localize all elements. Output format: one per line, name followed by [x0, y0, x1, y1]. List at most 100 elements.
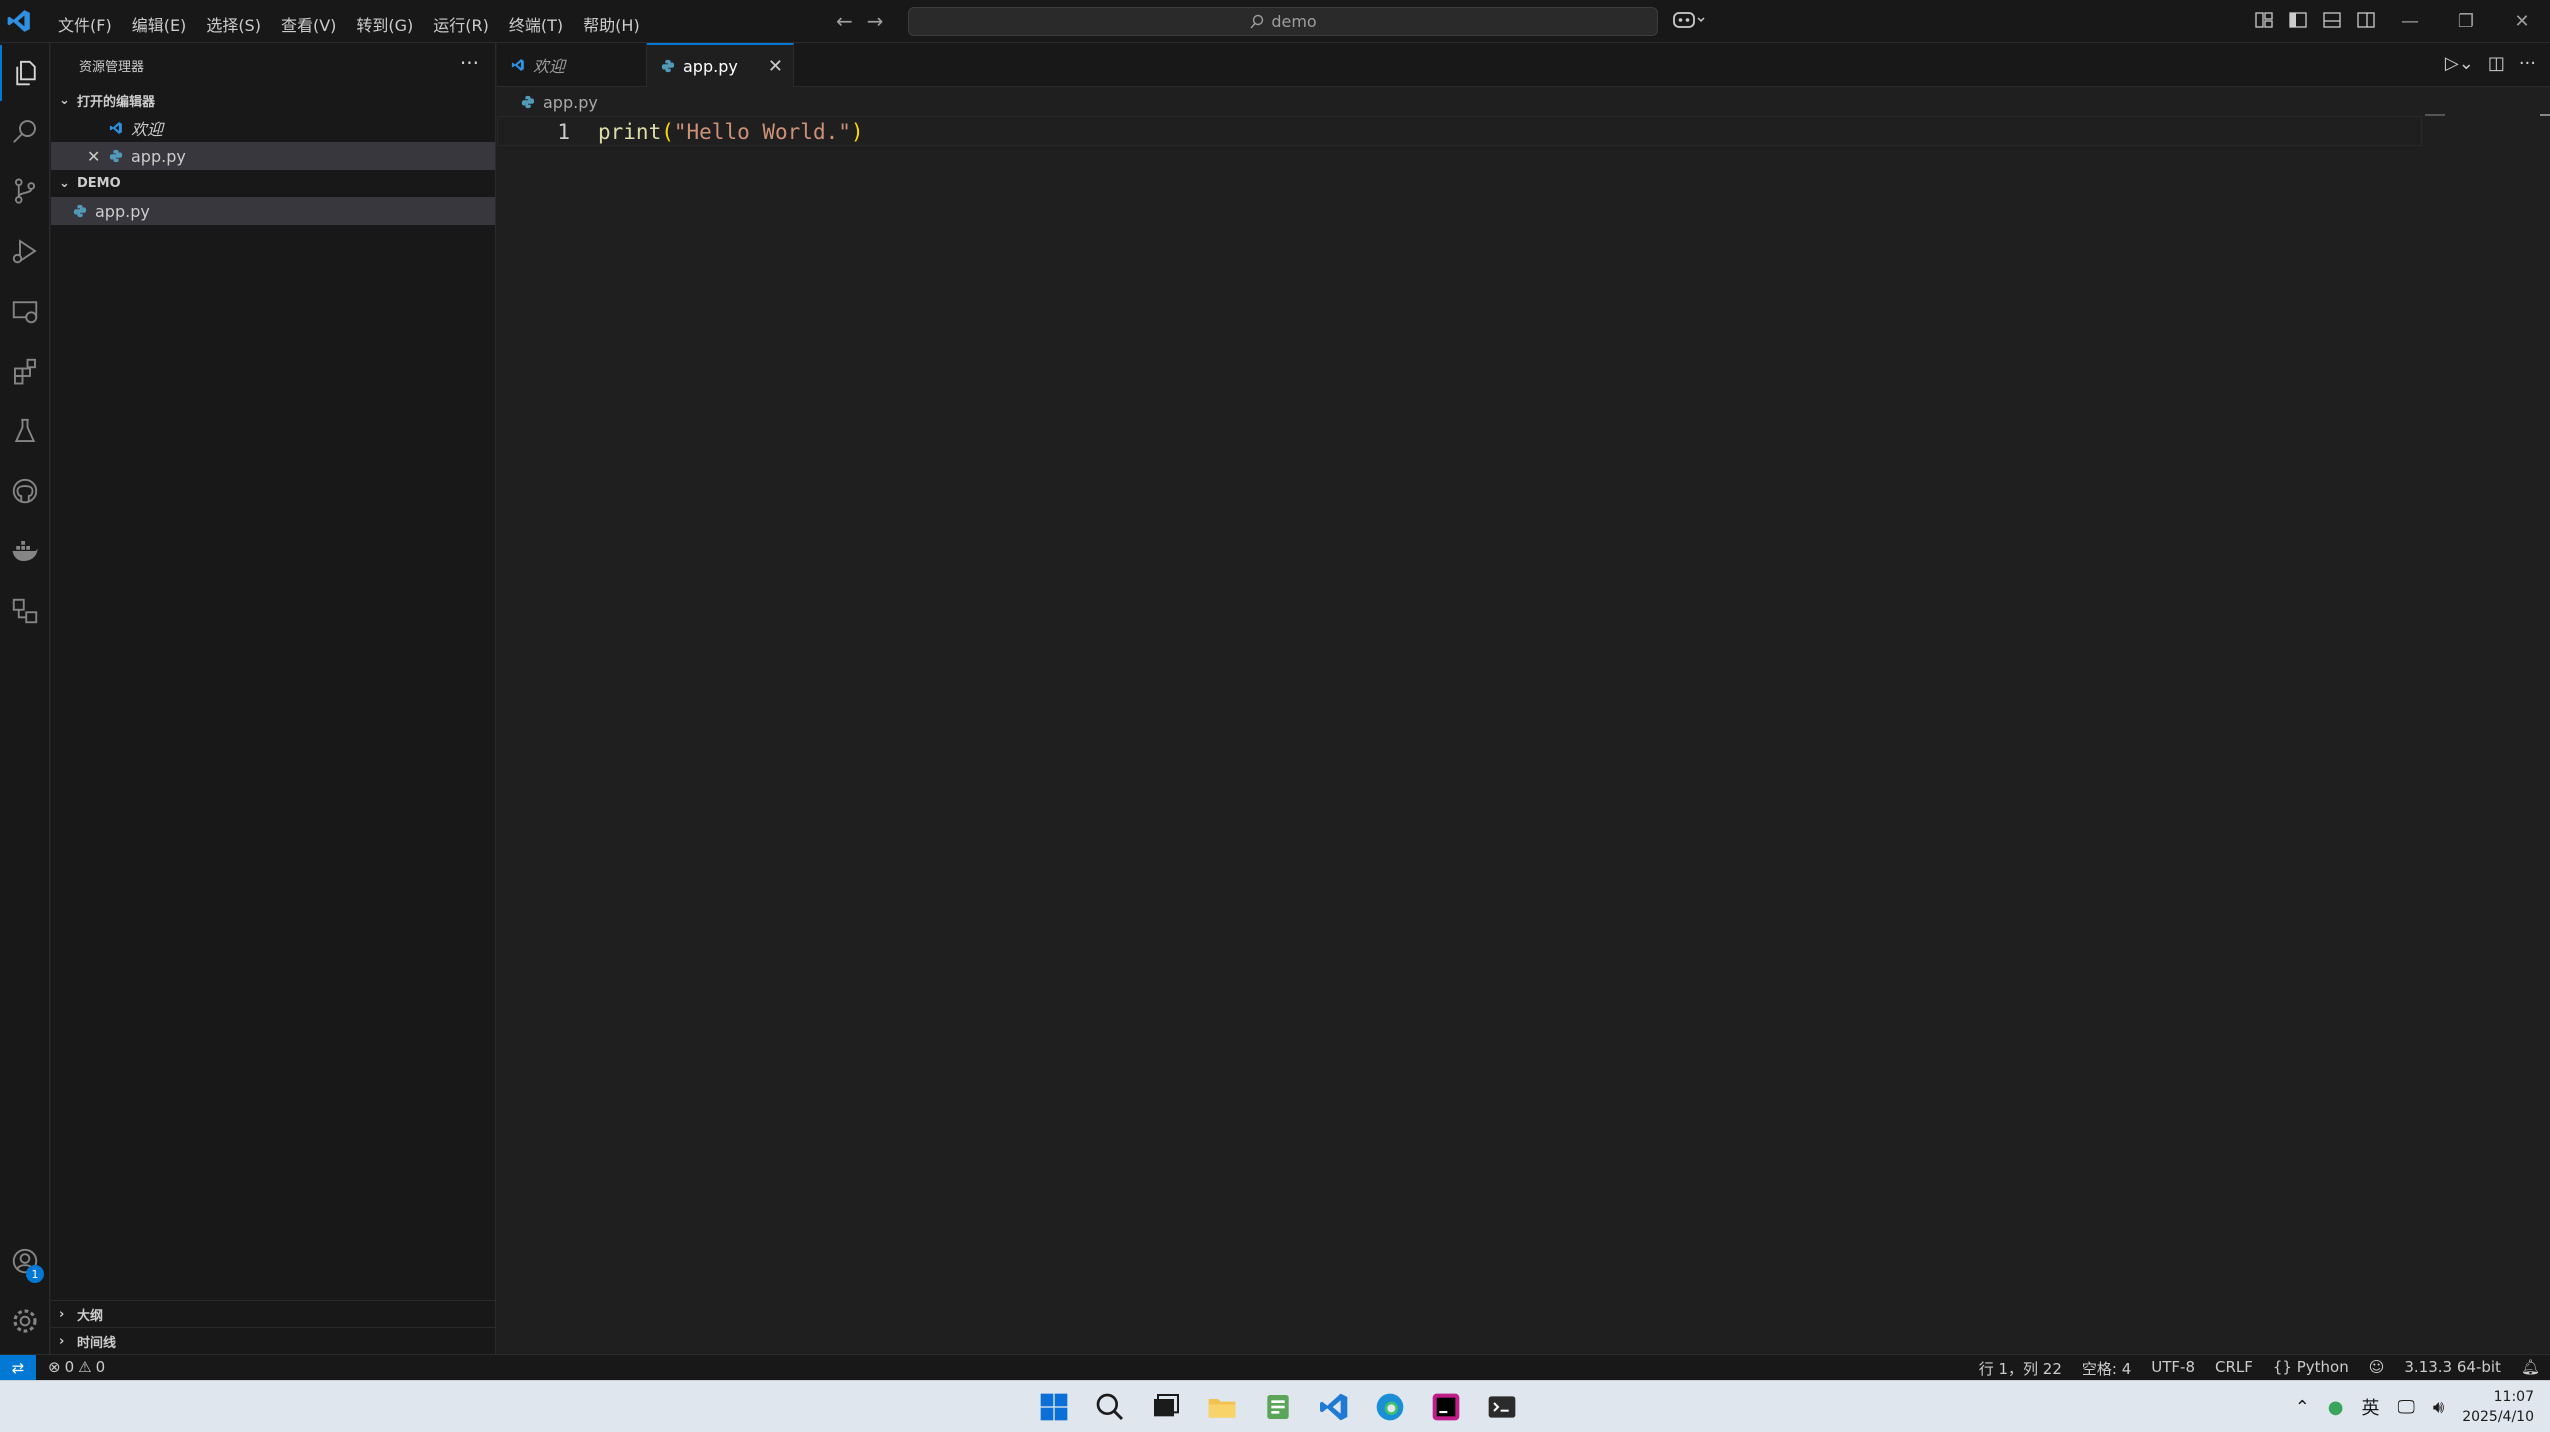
menu-selection[interactable]: 选择(S)	[196, 10, 271, 38]
back-arrow-icon[interactable]: ←	[836, 9, 853, 33]
more-actions-icon[interactable]: ···	[460, 51, 479, 75]
windows-start-icon[interactable]	[1036, 1389, 1072, 1425]
status-bar: ⇄ ⊗ 0 ⚠ 0 行 1，列 22 空格: 4 UTF-8 CRLF {} P…	[0, 1354, 2550, 1381]
problems-indicator[interactable]: ⊗ 0 ⚠ 0	[48, 1358, 105, 1376]
activity-bar: 1	[0, 43, 50, 1354]
menu-run[interactable]: 运行(R)	[423, 10, 499, 38]
more-editor-actions-icon[interactable]: ···	[2519, 53, 2536, 74]
pycharm-icon[interactable]	[1428, 1389, 1464, 1425]
python-interpreter[interactable]: 3.13.3 64-bit	[2404, 1358, 2501, 1379]
run-debug-icon[interactable]	[0, 223, 50, 279]
toggle-secondary-sidebar-icon[interactable]	[2356, 10, 2376, 30]
taskbar-apps	[1036, 1389, 1520, 1425]
clock-date: 2025/4/10	[2462, 1409, 2534, 1425]
encoding[interactable]: UTF-8	[2151, 1358, 2195, 1379]
copilot-status-icon[interactable]: ☺	[2369, 1358, 2385, 1379]
file-item-app-py[interactable]: app.py	[51, 197, 495, 225]
title-bar: 文件(F) 编辑(E) 选择(S) 查看(V) 转到(G) 运行(R) 终端(T…	[0, 0, 2550, 43]
task-view-icon[interactable]	[1148, 1389, 1184, 1425]
minimize-icon[interactable]: —	[2382, 0, 2438, 42]
timeline-section[interactable]: › 时间线	[51, 1327, 495, 1354]
notepad-app-icon[interactable]	[1260, 1389, 1296, 1425]
system-tray: ⌃ ● 英 🖵︎ 🔊︎ 11:07 2025/4/10	[2295, 1381, 2550, 1432]
python-file-icon	[661, 59, 675, 73]
accounts-icon[interactable]: 1	[0, 1233, 50, 1289]
input-method-indicator[interactable]: 英	[2362, 1394, 2380, 1420]
run-python-icon[interactable]: ▷⌄	[2445, 53, 2474, 74]
edge-browser-icon[interactable]	[1372, 1389, 1408, 1425]
command-center[interactable]: demo	[908, 7, 1658, 36]
menu-file[interactable]: 文件(F)	[48, 10, 122, 38]
folder-title: DEMO	[77, 176, 121, 191]
nav-arrows: ← →	[836, 9, 884, 33]
toggle-sidebar-icon[interactable]	[2288, 10, 2308, 30]
taskbar-search-icon[interactable]	[1092, 1389, 1128, 1425]
tray-app-icon[interactable]: ●	[2328, 1397, 2344, 1418]
line-ending[interactable]: CRLF	[2215, 1358, 2253, 1379]
python-file-icon	[521, 95, 535, 109]
open-editor-app-py[interactable]: ✕ app.py	[51, 142, 495, 170]
forward-arrow-icon[interactable]: →	[867, 9, 884, 33]
file-explorer-icon[interactable]	[1204, 1389, 1240, 1425]
scrollbar[interactable]	[2540, 114, 2550, 116]
menu-go[interactable]: 转到(G)	[346, 10, 423, 38]
open-editors-title: 打开的编辑器	[77, 95, 156, 110]
menu-help[interactable]: 帮助(H)	[573, 10, 650, 38]
menu-terminal[interactable]: 终端(T)	[499, 10, 573, 38]
outline-section[interactable]: › 大纲	[51, 1300, 495, 1327]
notifications-bell-icon[interactable]: 🔔︎	[2521, 1358, 2540, 1379]
code-line-1[interactable]: print("Hello World.")	[598, 117, 864, 147]
extensions-icon[interactable]	[0, 343, 50, 399]
settings-gear-icon[interactable]	[0, 1293, 50, 1349]
code-paren-close: )	[850, 120, 864, 144]
python-file-icon	[109, 149, 123, 163]
volume-icon[interactable]: 🔊︎	[2433, 1397, 2444, 1418]
close-tab-icon[interactable]: ✕	[768, 56, 783, 77]
split-editor-icon[interactable]: ◫	[2488, 53, 2505, 74]
tab-welcome[interactable]: 欢迎	[497, 43, 647, 87]
code-editor[interactable]: 1 print("Hello World.")	[497, 114, 2550, 1354]
menu-edit[interactable]: 编辑(E)	[122, 10, 197, 38]
show-hidden-icons-icon[interactable]: ⌃	[2295, 1397, 2310, 1418]
vscode-small-icon	[109, 122, 122, 134]
restore-icon[interactable]: ❐	[2438, 0, 2494, 42]
breadcrumb[interactable]: app.py	[497, 88, 598, 116]
outline-title: 大纲	[77, 1308, 104, 1324]
tab-app-py[interactable]: app.py ✕	[647, 43, 794, 87]
open-editors-section[interactable]: ⌄ 打开的编辑器	[51, 87, 495, 114]
timeline-title: 时间线	[77, 1335, 117, 1351]
close-window-icon[interactable]: ✕	[2494, 0, 2550, 42]
copilot-menu-icon[interactable]	[1672, 9, 1706, 36]
explorer-icon[interactable]	[0, 45, 50, 101]
remote-explorer-icon[interactable]	[0, 283, 50, 339]
clock-time: 11:07	[2493, 1389, 2534, 1405]
remote-connections-icon[interactable]	[0, 583, 50, 639]
indentation[interactable]: 空格: 4	[2082, 1358, 2131, 1379]
code-function: print	[598, 120, 662, 144]
search-icon	[1250, 14, 1264, 28]
menu-view[interactable]: 查看(V)	[271, 10, 346, 38]
close-editor-icon[interactable]: ✕	[87, 147, 100, 166]
terminal-icon[interactable]	[1484, 1389, 1520, 1425]
testing-icon[interactable]	[0, 403, 50, 459]
minimap[interactable]	[2425, 114, 2445, 116]
customize-layout-icon[interactable]	[2254, 10, 2274, 30]
editor-actions: ▷⌄ ◫ ···	[2445, 53, 2536, 74]
source-control-icon[interactable]	[0, 163, 50, 219]
github-icon[interactable]	[0, 463, 50, 519]
docker-icon[interactable]	[0, 523, 50, 579]
layout-controls	[2254, 10, 2376, 30]
menu-bar: 文件(F) 编辑(E) 选择(S) 查看(V) 转到(G) 运行(R) 终端(T…	[48, 10, 650, 38]
vscode-taskbar-icon[interactable]	[1316, 1389, 1352, 1425]
clock[interactable]: 11:07 2025/4/10	[2462, 1387, 2534, 1427]
network-icon[interactable]: 🖵︎	[2398, 1397, 2415, 1418]
remote-indicator-icon[interactable]: ⇄	[0, 1355, 36, 1381]
search-view-icon[interactable]	[0, 103, 50, 159]
open-editor-welcome[interactable]: 欢迎	[51, 114, 495, 142]
toggle-panel-icon[interactable]	[2322, 10, 2342, 30]
language-mode[interactable]: {} Python	[2273, 1358, 2349, 1379]
command-center-label: demo	[1271, 12, 1317, 31]
code-string: "Hello World."	[673, 120, 851, 144]
folder-section-demo[interactable]: ⌄ DEMO	[51, 170, 495, 197]
cursor-position[interactable]: 行 1，列 22	[1979, 1358, 2062, 1379]
